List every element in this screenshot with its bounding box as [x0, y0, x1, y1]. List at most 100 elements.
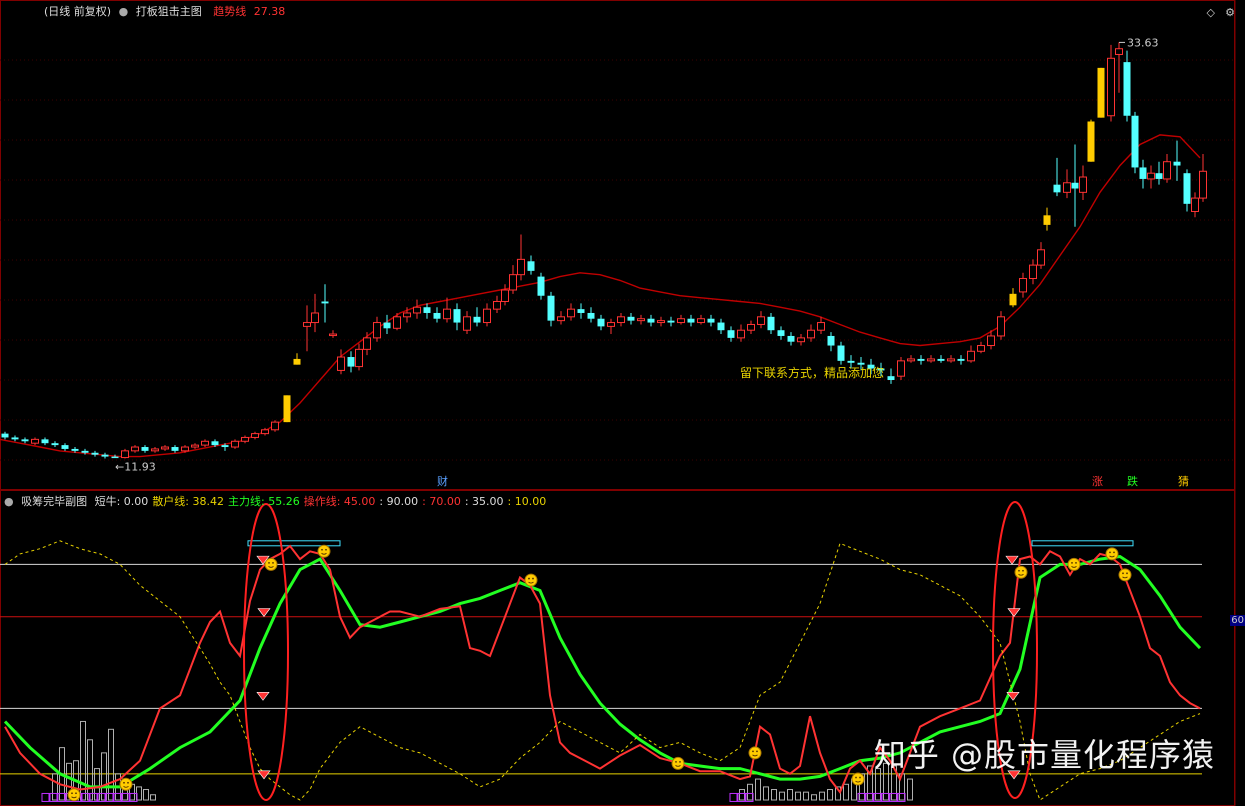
- smiley-eye: [752, 750, 754, 753]
- candle-body: [1053, 184, 1061, 193]
- bottom-mark-0: 财: [437, 474, 448, 488]
- candle-body: [271, 421, 279, 431]
- candle-body: [413, 306, 421, 314]
- histogram-bar: [101, 752, 107, 801]
- candle: [597, 314, 605, 331]
- smiley-eye: [1122, 572, 1124, 575]
- candle: [547, 291, 555, 327]
- candle: [657, 316, 665, 327]
- candle-body: [987, 335, 995, 347]
- candle: [251, 431, 259, 440]
- candle-body: [1079, 176, 1087, 193]
- gem-icon: [257, 608, 271, 617]
- sub-toggle-icon[interactable]: ●: [4, 495, 14, 508]
- candle: [567, 303, 575, 321]
- candle-body: [311, 312, 319, 324]
- candle-body: [717, 322, 725, 331]
- options-icon[interactable]: ⚙: [1225, 6, 1235, 19]
- candle: [967, 345, 975, 363]
- candle-body: [887, 376, 895, 380]
- trend-line: [0, 134, 1201, 458]
- candle-body: [727, 330, 735, 338]
- candle: [1155, 161, 1163, 185]
- candle-body: [917, 358, 925, 361]
- candle: [1123, 50, 1131, 122]
- candle: [433, 307, 441, 323]
- candle: [1147, 165, 1155, 189]
- candle-body: [71, 448, 79, 451]
- candle-body: [509, 274, 517, 291]
- candle-body: [121, 450, 129, 459]
- candle-body: [537, 276, 545, 296]
- candle-body: [493, 300, 501, 310]
- smiley-eye: [123, 781, 125, 784]
- candle-body: [181, 446, 189, 452]
- smiley-eye: [528, 577, 530, 580]
- candle-body: [463, 316, 471, 331]
- candle-body: [977, 345, 985, 352]
- candle-body: [81, 450, 89, 453]
- candle-body: [191, 444, 199, 448]
- smiley-eye: [127, 781, 129, 784]
- diamond-icon[interactable]: ◇: [1207, 6, 1215, 19]
- sub-header: ● 吸筹完毕副图 短牛: 0.00 散户线: 38.42 主力线: 55.26 操作线…: [0, 490, 1245, 514]
- candle-body: [777, 330, 785, 336]
- sub-item-2: 主力线: 55.26: [228, 495, 300, 508]
- sub-title[interactable]: 吸筹完毕副图: [21, 495, 87, 508]
- smiley-eye: [75, 792, 77, 795]
- candle-body: [827, 335, 835, 346]
- candle: [637, 314, 645, 325]
- candle-body: [347, 357, 355, 367]
- candle: [201, 439, 209, 448]
- candle: [1087, 119, 1095, 162]
- candle: [493, 295, 501, 313]
- bottom-mark-1: 涨: [1092, 475, 1103, 488]
- candle: [727, 326, 735, 342]
- candle: [1053, 157, 1061, 197]
- histogram-bar: [87, 739, 93, 801]
- candle: [607, 318, 615, 335]
- candle: [347, 351, 355, 373]
- candle: [887, 368, 895, 384]
- candle-body: [1155, 173, 1163, 179]
- candle-body: [1115, 48, 1123, 55]
- smiley-icon: [119, 777, 133, 791]
- candle: [91, 450, 99, 457]
- candle-body: [1097, 67, 1105, 118]
- candle: [1191, 192, 1199, 218]
- candle-body: [373, 322, 381, 339]
- candle-body: [393, 316, 401, 329]
- indicator-name[interactable]: 打板狙击主图: [136, 5, 202, 18]
- candle-body: [1139, 167, 1147, 179]
- smiley-eye: [1109, 551, 1111, 554]
- candle: [1163, 154, 1171, 183]
- smiley-eye: [268, 561, 270, 564]
- candle-body: [51, 443, 59, 446]
- annotation-text: 留下联系方式，精品添加您: [740, 365, 884, 380]
- candle-body: [1019, 278, 1027, 293]
- smiley-eye: [1022, 569, 1024, 572]
- candle: [1097, 67, 1105, 118]
- histogram-bar: [771, 789, 777, 801]
- top-signal-box: [247, 540, 341, 547]
- candle-body: [1037, 249, 1045, 266]
- candle: [517, 234, 525, 281]
- candle-body: [937, 358, 945, 361]
- candle: [241, 435, 249, 444]
- histogram-bar: [108, 728, 114, 801]
- candle-body: [329, 333, 337, 337]
- candle: [61, 443, 69, 451]
- candle: [1029, 259, 1037, 285]
- candle-body: [647, 318, 655, 323]
- main-chart-panel: 33.63 ←11.93 留下联系方式，精品添加您财 涨 跌 猜 (日线 前复权) ● 打…: [0, 0, 1245, 490]
- histogram-bar: [787, 789, 793, 801]
- candle-body: [443, 308, 451, 320]
- candle: [473, 307, 481, 327]
- smiley-eye: [325, 548, 327, 551]
- candle: [509, 265, 517, 294]
- smiley-icon: [851, 772, 865, 786]
- candle: [797, 334, 805, 346]
- indicator-toggle-icon[interactable]: ●: [119, 5, 129, 18]
- candle-body: [757, 316, 765, 325]
- period-label[interactable]: (日线 前复权): [44, 5, 111, 18]
